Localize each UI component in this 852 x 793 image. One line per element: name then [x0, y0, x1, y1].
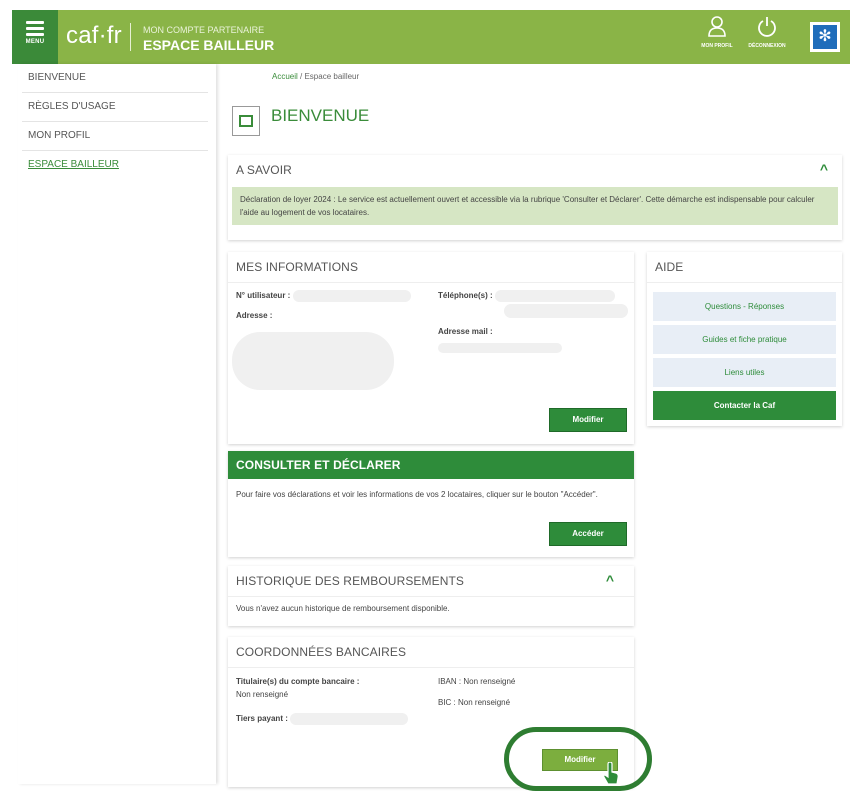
menu-button[interactable]: MENU [12, 10, 58, 64]
logo-divider [130, 23, 131, 51]
consulter-text: Pour faire vos déclarations et voir les … [236, 490, 598, 499]
contact-caf-button[interactable]: Contacter la Caf [653, 391, 836, 420]
aide-link-guides[interactable]: Guides et fiche pratique [653, 325, 836, 354]
aide-link-faq[interactable]: Questions - Réponses [653, 292, 836, 321]
email-label: Adresse mail : [438, 327, 493, 336]
modifier-info-button[interactable]: Modifier [549, 408, 627, 432]
chevron-up-icon[interactable]: ^ [606, 572, 614, 588]
redacted-value [292, 290, 411, 302]
logout-button[interactable]: DÉCONNEXION [744, 16, 790, 49]
address-label: Adresse : [236, 311, 273, 320]
profile-label: MON PROFIL [701, 43, 733, 49]
chevron-up-icon[interactable]: ^ [820, 161, 828, 177]
hand-cursor-icon [603, 762, 619, 785]
acceder-button[interactable]: Accéder [549, 522, 627, 546]
marianne-logo: ✻ [810, 22, 840, 52]
a-savoir-message: Déclaration de loyer 2024 : Le service e… [232, 187, 838, 225]
aide-link-liens[interactable]: Liens utiles [653, 358, 836, 387]
hamburger-icon [26, 21, 44, 36]
consulter-title: CONSULTER ET DÉCLARER [228, 451, 634, 479]
page-title: BIENVENUE [271, 106, 370, 125]
sidebar: BIENVENUE RÈGLES D'USAGE MON PROFIL ESPA… [18, 64, 216, 784]
phone-label: Téléphone(s) : [438, 291, 493, 301]
coordonnees-title: COORDONNÉES BANCAIRES [236, 645, 407, 659]
redacted-value [494, 290, 615, 302]
user-icon [708, 16, 726, 37]
historique-card: HISTORIQUE DES REMBOURSEMENTS ^ Vous n'a… [228, 566, 634, 626]
redacted-value [438, 343, 562, 353]
redacted-address [232, 332, 394, 390]
a-savoir-card: A SAVOIR ^ Déclaration de loyer 2024 : L… [228, 155, 842, 240]
sidebar-item-profil[interactable]: MON PROFIL [22, 122, 208, 151]
account-title: ESPACE BAILLEUR [143, 37, 275, 53]
iban-value: IBAN : Non renseigné [438, 677, 516, 686]
highlight-circle [504, 727, 652, 791]
caf-logo[interactable]: caf·fr [66, 22, 122, 50]
breadcrumb-home[interactable]: Accueil [272, 72, 298, 81]
sidebar-item-bienvenue[interactable]: BIENVENUE [22, 64, 208, 93]
holder-label: Titulaire(s) du compte bancaire : [236, 677, 360, 686]
a-savoir-title: A SAVOIR [236, 163, 292, 177]
breadcrumb-current: Espace bailleur [304, 72, 360, 81]
redacted-value [290, 713, 409, 725]
holder-value: Non renseigné [236, 690, 289, 699]
bic-value: BIC : Non renseigné [438, 698, 511, 707]
sidebar-item-regles[interactable]: RÈGLES D'USAGE [22, 93, 208, 122]
user-number-label: N° utilisateur : [236, 291, 291, 301]
top-bar: MENU caf·fr MON COMPTE PARTENAIRE ESPACE… [12, 10, 850, 64]
house-icon [232, 106, 260, 136]
historique-title: HISTORIQUE DES REMBOURSEMENTS [236, 574, 465, 588]
consulter-card: CONSULTER ET DÉCLARER Pour faire vos déc… [228, 451, 634, 557]
emblem-icon: ✻ [813, 25, 837, 49]
mes-informations-title: MES INFORMATIONS [236, 260, 359, 274]
redacted-value [504, 304, 628, 318]
profile-button[interactable]: MON PROFIL [694, 16, 740, 49]
account-subtitle: MON COMPTE PARTENAIRE [143, 25, 265, 35]
breadcrumb: Accueil / Espace bailleur [272, 72, 359, 81]
tiers-label: Tiers payant : [236, 714, 288, 724]
mes-informations-card: MES INFORMATIONS N° utilisateur : Téléph… [228, 252, 634, 444]
aide-title: AIDE [655, 260, 684, 274]
aide-card: AIDE Questions - Réponses Guides et fich… [647, 252, 842, 426]
logout-label: DÉCONNEXION [748, 43, 786, 49]
sidebar-item-espace-bailleur[interactable]: ESPACE BAILLEUR [22, 151, 208, 180]
power-icon [758, 17, 776, 37]
menu-label: MENU [25, 39, 45, 45]
historique-text: Vous n'avez aucun historique de rembours… [236, 604, 450, 613]
